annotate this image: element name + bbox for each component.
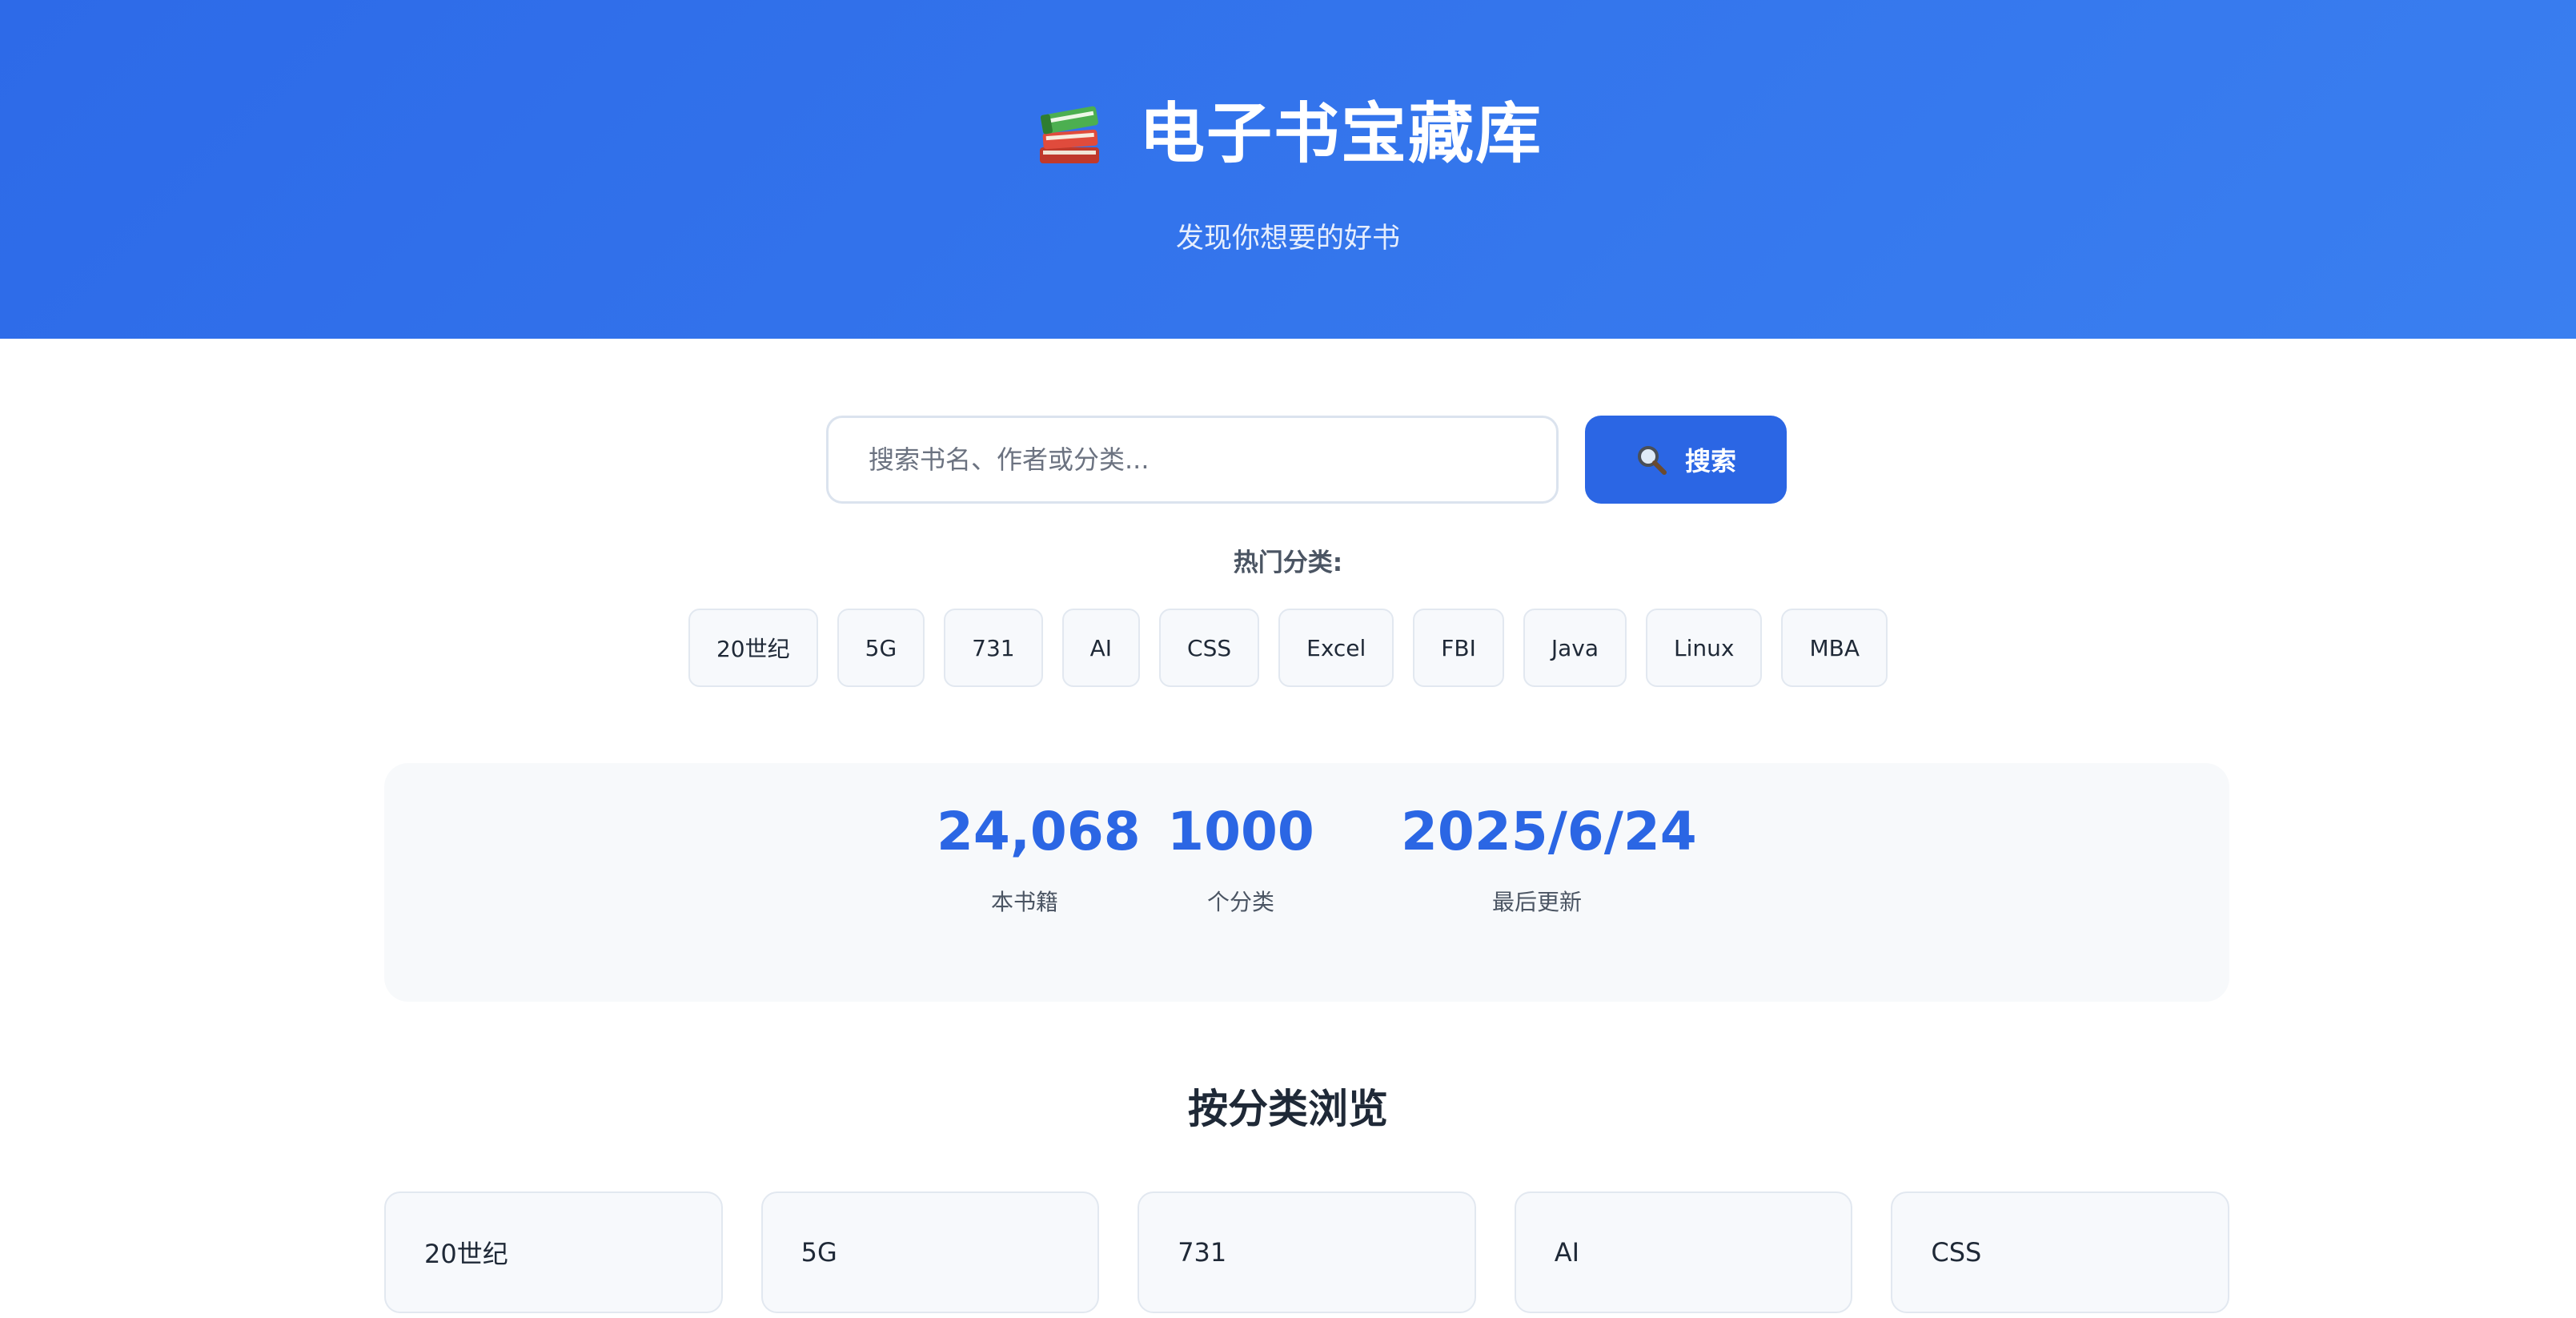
hot-categories-list: 20世纪 5G 731 AI CSS Excel FBI Java Linux …	[0, 609, 2576, 687]
category-card-css[interactable]: CSS	[1891, 1191, 2229, 1313]
hot-tag-ai[interactable]: AI	[1061, 609, 1141, 687]
stat-books-label: 本书籍	[990, 889, 1058, 915]
stat-updated-value: 2025/6/24	[1401, 801, 1697, 862]
category-card-5g[interactable]: 5G	[760, 1191, 1100, 1313]
category-grid: 20世纪 5G 731 AI CSS	[384, 1191, 2229, 1313]
stat-categories-label: 个分类	[1206, 889, 1274, 915]
search-button[interactable]: 搜索	[1585, 416, 1787, 504]
site-title: 电子书宝藏库	[0, 86, 2576, 183]
hot-tag-excel[interactable]: Excel	[1278, 609, 1394, 687]
hot-tag-linux[interactable]: Linux	[1646, 609, 1763, 687]
stat-categories: 1000 个分类	[1161, 795, 1321, 918]
hot-tag-java[interactable]: Java	[1523, 609, 1627, 687]
category-card-20century[interactable]: 20世纪	[384, 1191, 723, 1313]
magnifier-icon	[1635, 444, 1667, 476]
site-title-text: 电子书宝藏库	[1138, 96, 1543, 172]
browse-section-title: 按分类浏览	[1188, 1086, 1388, 1132]
hot-tag-731[interactable]: 731	[944, 609, 1043, 687]
site-subtitle: 发现你想要的好书	[1175, 223, 1400, 255]
search-input[interactable]	[826, 416, 1559, 504]
books-icon	[1033, 98, 1107, 171]
stat-books-value: 24,068	[937, 801, 1141, 862]
stats-panel: 24,068 本书籍 1000 个分类 2025/6/24 最后更新	[384, 763, 2229, 1002]
stat-updated: 2025/6/24 最后更新	[1401, 795, 1697, 918]
stat-updated-label: 最后更新	[1491, 889, 1582, 915]
category-card-ai[interactable]: AI	[1514, 1191, 1853, 1313]
category-card-731[interactable]: 731	[1138, 1191, 1476, 1313]
hot-tag-css[interactable]: CSS	[1159, 609, 1260, 687]
hot-categories-label: 热门分类:	[1233, 548, 1343, 577]
search-button-label: 搜索	[1684, 446, 1736, 476]
stat-books: 24,068 本书籍	[937, 795, 1141, 918]
hot-tag-fbi[interactable]: FBI	[1413, 609, 1504, 687]
hot-tag-5g[interactable]: 5G	[837, 609, 925, 687]
header-banner: 电子书宝藏库 发现你想要的好书	[0, 0, 2576, 339]
hot-tag-20century[interactable]: 20世纪	[688, 609, 818, 687]
stat-categories-value: 1000	[1167, 801, 1314, 862]
hot-tag-mba[interactable]: MBA	[1781, 609, 1888, 687]
